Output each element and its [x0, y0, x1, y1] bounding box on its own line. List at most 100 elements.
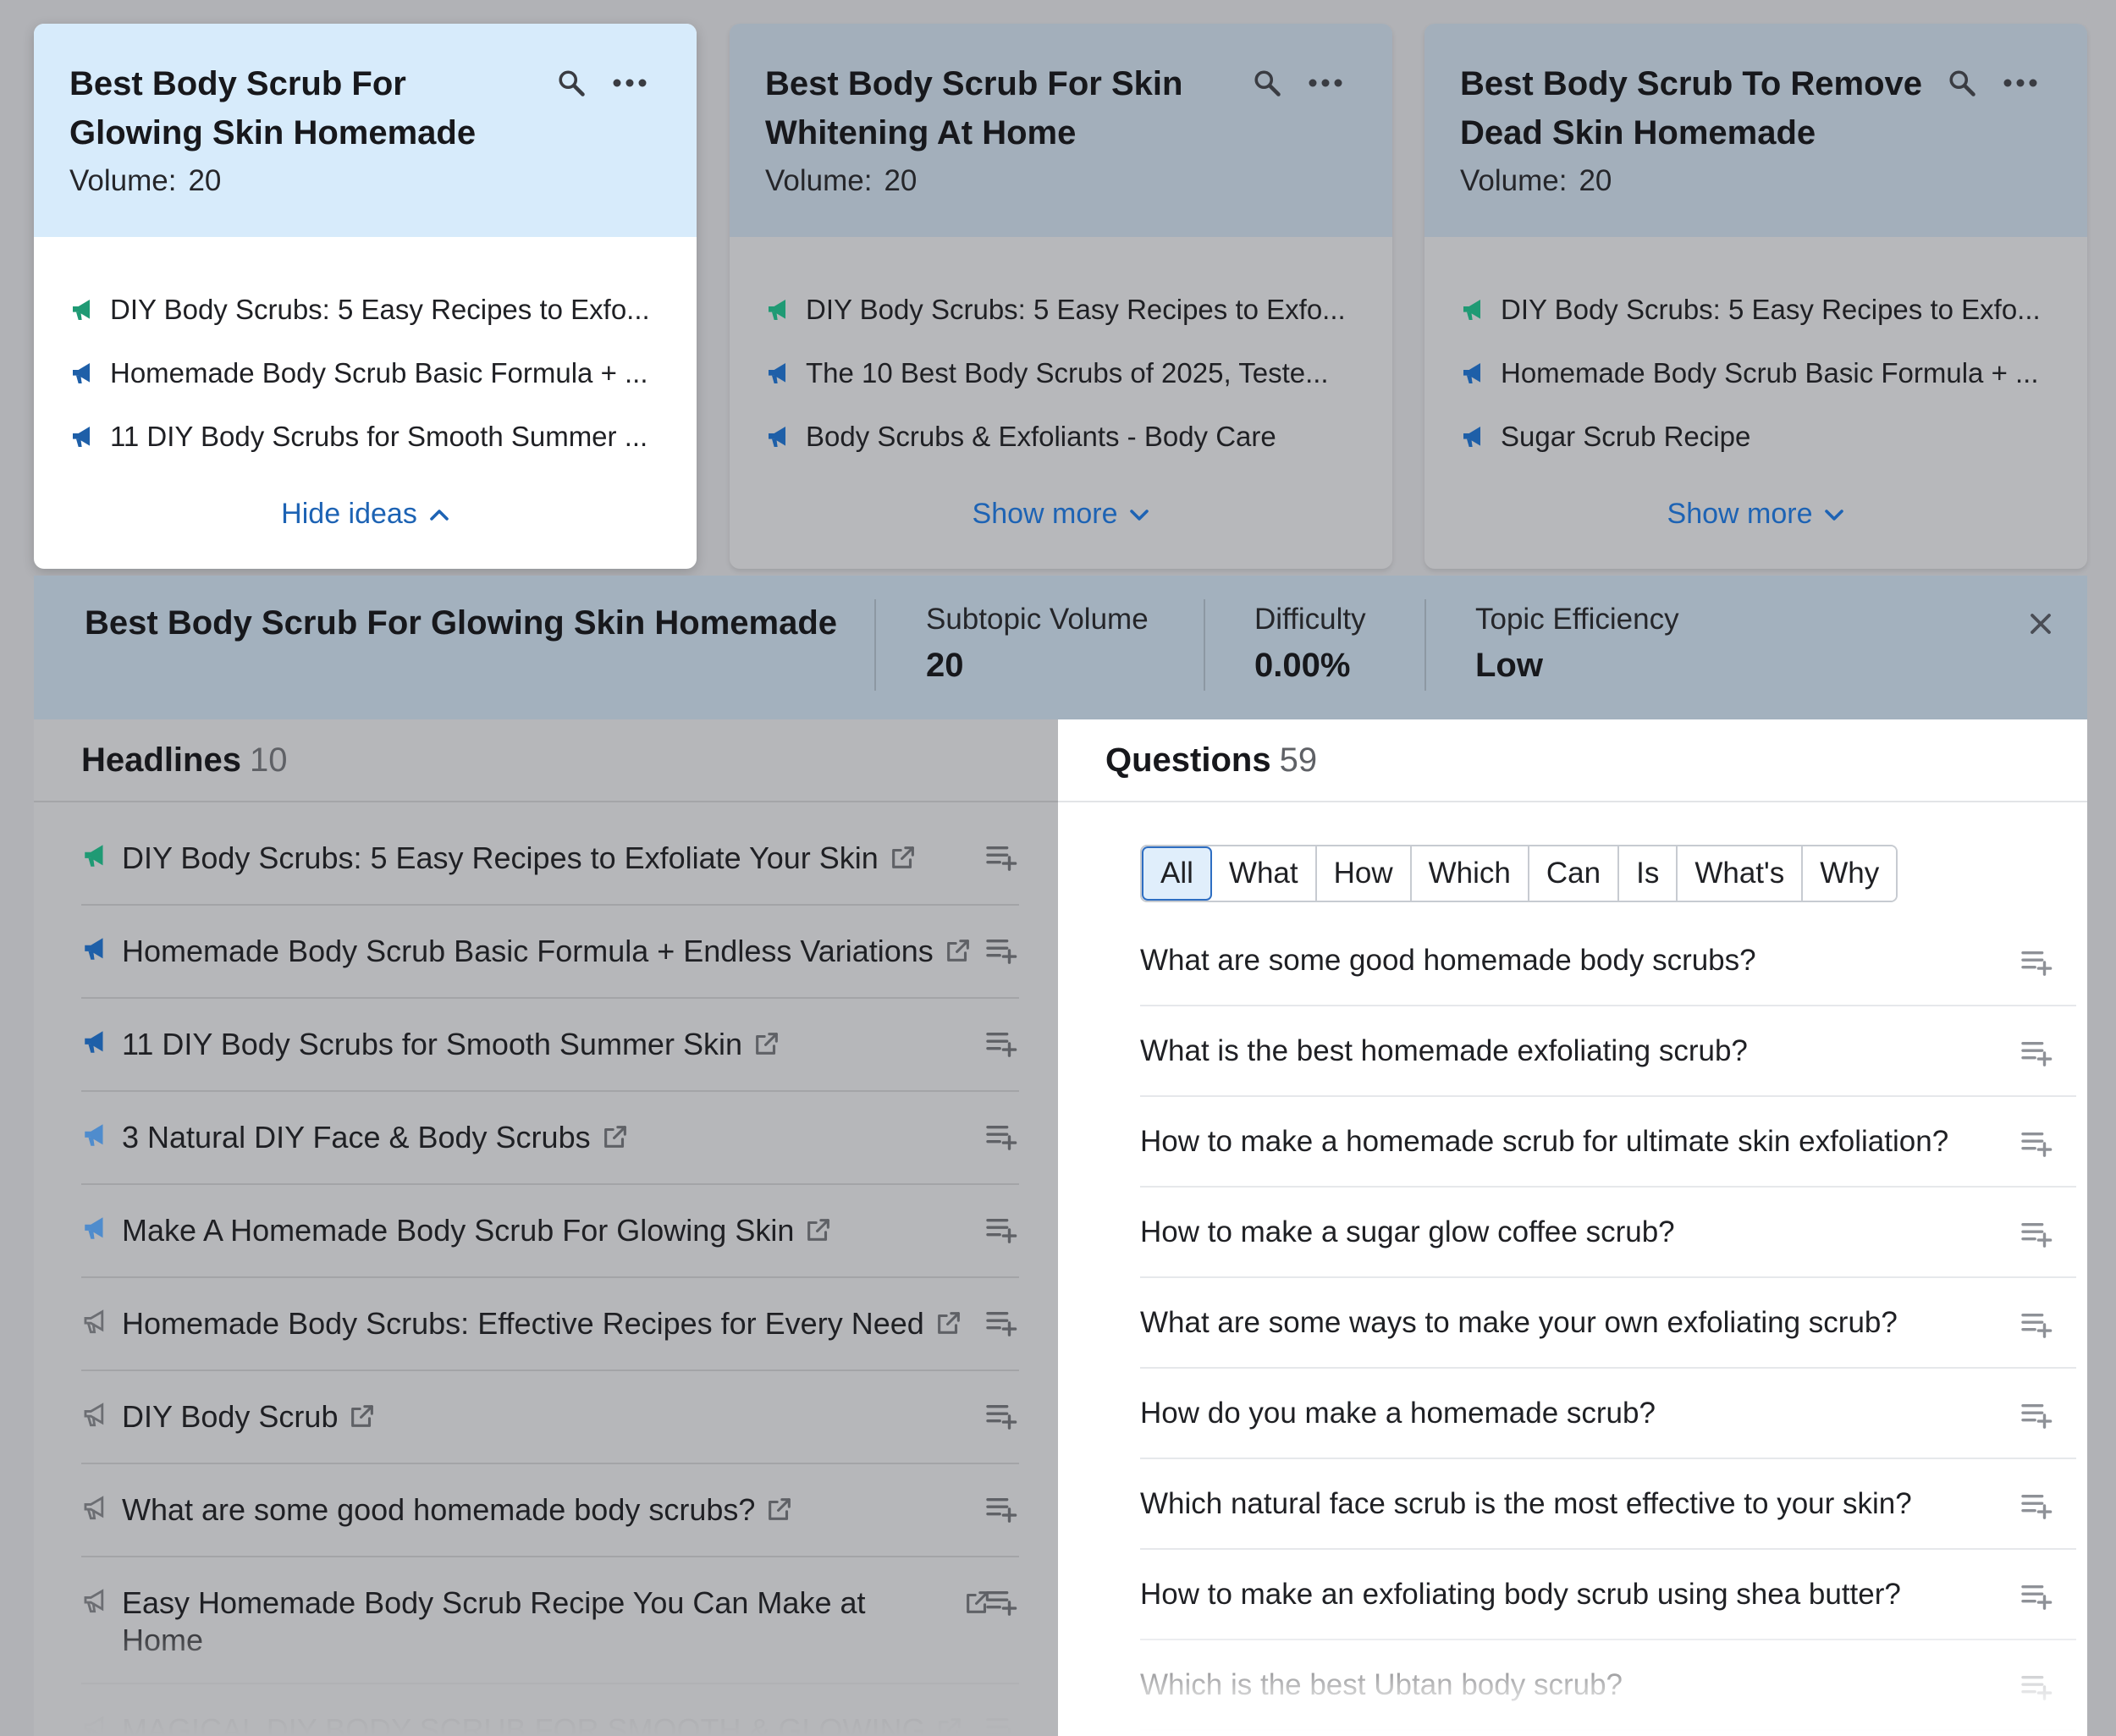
megaphone-icon — [85, 1031, 103, 1053]
idea-item[interactable]: DIY Body Scrubs: 5 Easy Recipes to Exfo.… — [1460, 278, 2052, 341]
idea-item[interactable]: The 10 Best Body Scrubs of 2025, Teste..… — [765, 341, 1357, 405]
filter-whats[interactable]: What's — [1678, 846, 1804, 901]
add-to-list-icon[interactable] — [2020, 1491, 2054, 1520]
headline-text: DIY Body Scrub — [122, 1398, 377, 1436]
add-to-list-icon[interactable] — [985, 1495, 1019, 1524]
filter-what[interactable]: What — [1211, 846, 1317, 901]
show-more-button[interactable]: Show more — [730, 498, 1392, 531]
questions-label: Questions — [1105, 741, 1271, 779]
question-row[interactable]: How to make a homemade scrub for ultimat… — [1140, 1097, 2076, 1188]
add-to-list-icon[interactable] — [985, 1588, 1019, 1617]
question-text: How to make a sugar glow coffee scrub? — [1140, 1215, 1675, 1248]
more-icon[interactable] — [2003, 78, 2038, 88]
question-row[interactable]: How do you make a homemade scrub? — [1140, 1369, 2076, 1459]
question-row[interactable]: What are some ways to make your own exfo… — [1140, 1278, 2076, 1369]
headline-title: DIY Body Scrubs: 5 Easy Recipes to Exfol… — [122, 840, 879, 875]
external-link-icon[interactable] — [348, 1402, 377, 1430]
more-icon[interactable] — [612, 78, 647, 88]
filter-can[interactable]: Can — [1529, 846, 1620, 901]
add-to-list-icon[interactable] — [2020, 1129, 2054, 1158]
idea-text: DIY Body Scrubs: 5 Easy Recipes to Exfo.… — [1501, 293, 2041, 325]
megaphone-icon — [85, 845, 103, 867]
headline-title: 3 Natural DIY Face & Body Scrubs — [122, 1120, 591, 1155]
question-row[interactable]: What are some good homemade body scrubs? — [1140, 916, 2076, 1006]
add-to-list-icon[interactable] — [985, 843, 1019, 872]
external-link-icon[interactable] — [752, 1029, 781, 1058]
question-filter-group: All What How Which Can Is What's Why — [1140, 845, 1898, 902]
divider — [1204, 599, 1205, 691]
external-link-icon[interactable] — [934, 1309, 963, 1337]
add-to-list-icon[interactable] — [2020, 1039, 2054, 1067]
idea-text: DIY Body Scrubs: 5 Easy Recipes to Exfo.… — [806, 293, 1346, 325]
topic-card-volume: Volume: 20 — [765, 164, 1357, 198]
volume-value: 20 — [188, 164, 222, 197]
add-to-list-icon[interactable] — [2020, 1310, 2054, 1339]
volume-value: 20 — [884, 164, 917, 197]
add-to-list-icon[interactable] — [2020, 1582, 2054, 1611]
idea-item[interactable]: Homemade Body Scrub Basic Formula + ... — [1460, 341, 2052, 405]
question-text: How to make an exfoliating body scrub us… — [1140, 1577, 1901, 1611]
external-link-icon[interactable] — [944, 936, 973, 965]
external-link-icon[interactable] — [889, 843, 917, 872]
idea-item[interactable]: Homemade Body Scrub Basic Formula + ... — [69, 341, 661, 405]
questions-column: Questions 59 All What How Which Can Is What's W… — [1058, 719, 2087, 1736]
search-icon[interactable] — [1947, 68, 1977, 98]
idea-item[interactable]: Sugar Scrub Recipe — [1460, 405, 2052, 468]
add-to-list-icon[interactable] — [2020, 1220, 2054, 1248]
headline-row[interactable]: DIY Body Scrubs: 5 Easy Recipes to Exfol… — [81, 813, 1019, 906]
idea-item[interactable]: 11 DIY Body Scrubs for Smooth Summer ... — [69, 405, 661, 468]
idea-item[interactable]: Body Scrubs & Exfoliants - Body Care — [765, 405, 1357, 468]
add-to-list-icon[interactable] — [2020, 1401, 2054, 1430]
topic-card[interactable]: Best Body Scrub To Remove Dead Skin Home… — [1424, 24, 2087, 569]
close-icon[interactable] — [2028, 611, 2053, 637]
external-link-icon[interactable] — [765, 1495, 794, 1524]
add-to-list-icon[interactable] — [985, 1402, 1019, 1430]
add-to-list-icon[interactable] — [2020, 948, 2054, 977]
headline-row[interactable]: 11 DIY Body Scrubs for Smooth Summer Ski… — [81, 999, 1019, 1092]
search-icon[interactable] — [556, 68, 587, 98]
megaphone-icon — [73, 362, 90, 383]
headline-row[interactable]: Homemade Body Scrubs: Effective Recipes … — [81, 1278, 1019, 1371]
add-to-list-icon[interactable] — [985, 1309, 1019, 1337]
headlines-column: Headlines 10 DIY Body Scrubs: 5 Easy Rec… — [34, 719, 1058, 1736]
hide-ideas-button[interactable]: Hide ideas — [34, 498, 697, 531]
headline-text: Make A Homemade Body Scrub For Glowing S… — [122, 1212, 833, 1249]
topic-card[interactable]: Best Body Scrub For Skin Whitening At Ho… — [730, 24, 1392, 569]
filter-which[interactable]: Which — [1411, 846, 1529, 901]
headline-row[interactable]: Make A Homemade Body Scrub For Glowing S… — [81, 1185, 1019, 1278]
divider — [874, 599, 876, 691]
headline-row[interactable]: DIY Body Scrub — [81, 1371, 1019, 1464]
megaphone-icon — [84, 1403, 104, 1427]
external-link-icon[interactable] — [804, 1215, 833, 1244]
filter-how[interactable]: How — [1316, 846, 1412, 901]
external-link-icon[interactable] — [601, 1122, 630, 1151]
question-row[interactable]: Which natural face scrub is the most eff… — [1140, 1459, 2076, 1550]
metric-value: 0.00% — [1254, 647, 1351, 684]
add-to-list-icon[interactable] — [985, 936, 1019, 965]
idea-item[interactable]: DIY Body Scrubs: 5 Easy Recipes to Exfo.… — [69, 278, 661, 341]
idea-item[interactable]: DIY Body Scrubs: 5 Easy Recipes to Exfo.… — [765, 278, 1357, 341]
add-to-list-icon[interactable] — [985, 1122, 1019, 1151]
question-text: How do you make a homemade scrub? — [1140, 1396, 1656, 1430]
topic-card[interactable]: Best Body Scrub For Glowing Skin Homemad… — [34, 24, 697, 569]
show-more-button[interactable]: Show more — [1424, 498, 2087, 531]
megaphone-icon — [73, 426, 90, 447]
filter-all[interactable]: All — [1142, 846, 1212, 901]
questions-header: Questions 59 — [1058, 719, 2087, 802]
more-icon[interactable] — [1308, 78, 1343, 88]
megaphone-icon — [1463, 299, 1480, 320]
headline-row[interactable]: What are some good homemade body scrubs? — [81, 1464, 1019, 1557]
question-row[interactable]: How to make a sugar glow coffee scrub? — [1140, 1188, 2076, 1278]
filter-why[interactable]: Why — [1803, 846, 1897, 901]
add-to-list-icon[interactable] — [985, 1215, 1019, 1244]
headline-row[interactable]: 3 Natural DIY Face & Body Scrubs — [81, 1092, 1019, 1185]
add-to-list-icon[interactable] — [985, 1029, 1019, 1058]
question-row[interactable]: What is the best homemade exfoliating sc… — [1140, 1006, 2076, 1097]
volume-label: Volume: — [765, 164, 873, 197]
filter-is[interactable]: Is — [1619, 846, 1678, 901]
megaphone-icon — [84, 1589, 104, 1613]
search-icon[interactable] — [1252, 68, 1282, 98]
headline-title: Homemade Body Scrub Basic Formula + Endl… — [122, 934, 934, 968]
chevron-down-icon — [1825, 509, 1844, 521]
headline-row[interactable]: Homemade Body Scrub Basic Formula + Endl… — [81, 906, 1019, 999]
